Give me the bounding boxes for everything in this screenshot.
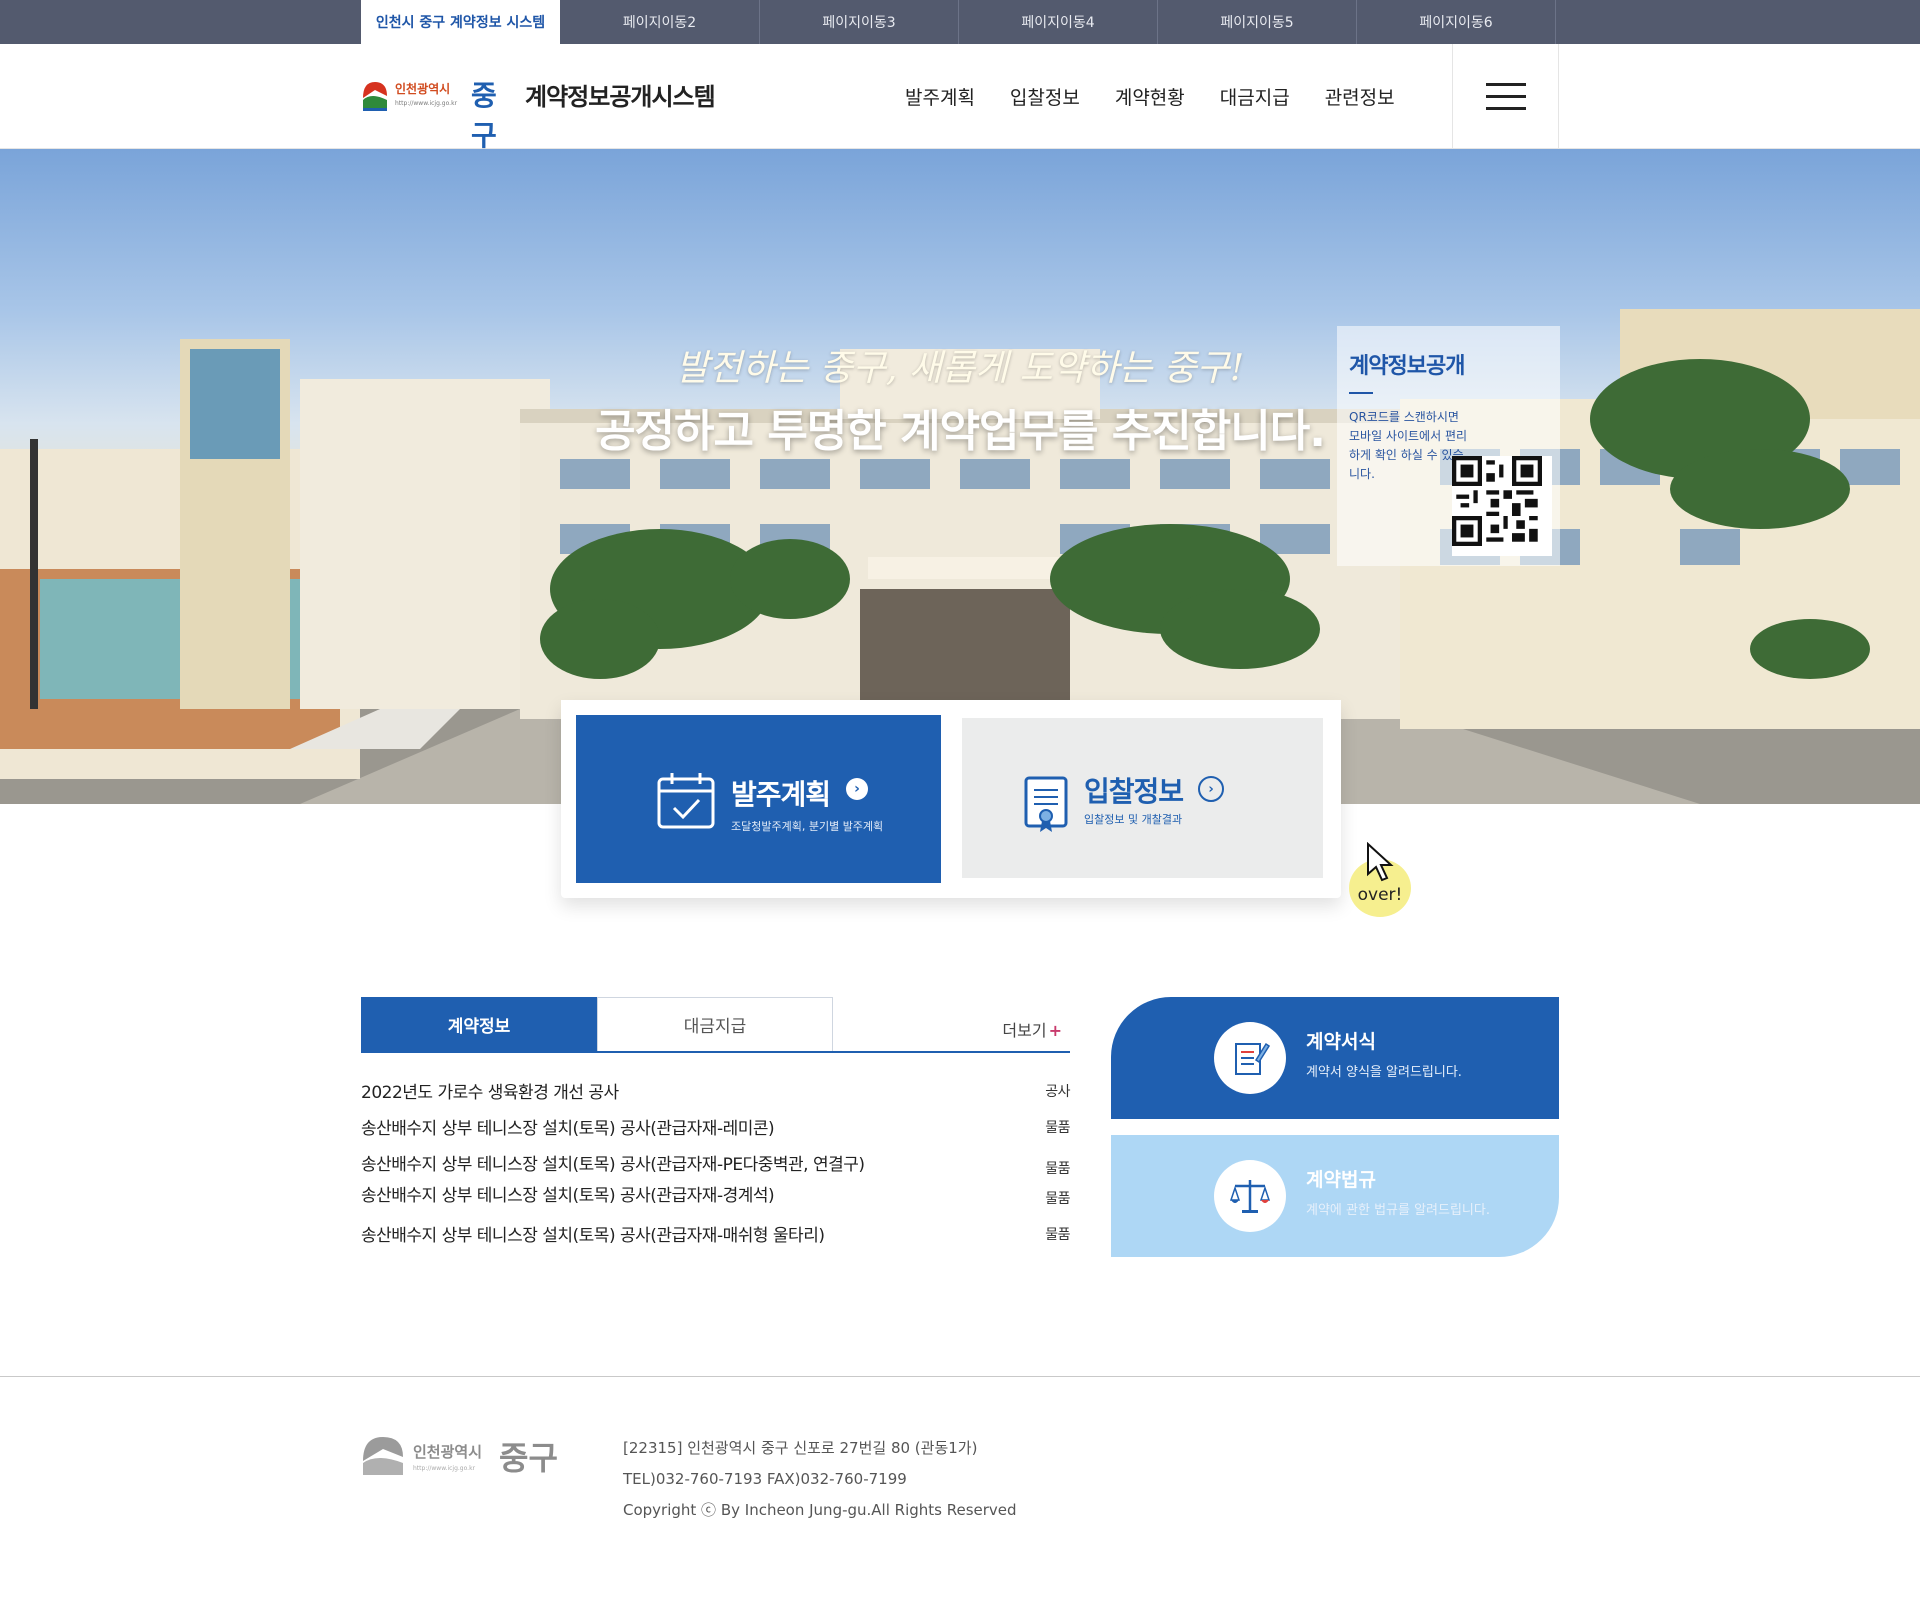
qr-code-icon <box>1452 456 1542 546</box>
nav-item-bid-info[interactable]: 입찰정보 <box>1010 83 1080 110</box>
footer-emblem-icon <box>363 1437 403 1475</box>
hamburger-line <box>1485 95 1526 98</box>
footer-copyright: Copyright ⓒ By Incheon Jung-gu.All Right… <box>623 1501 1017 1519</box>
hamburger-line <box>1485 83 1526 86</box>
contract-forms-banner[interactable]: 계약서식 계약서 양식을 알려드립니다. <box>1111 997 1559 1119</box>
hero-headline: 공정하고 투명한 계약업무를 추진합니다. <box>595 406 1326 457</box>
util-tab-contract-system[interactable]: 인천시 중구 계약정보 시스템 <box>361 0 560 44</box>
qr-title-underline <box>1349 392 1373 394</box>
footer-logo-gu: 중구 <box>499 1439 558 1477</box>
list-item[interactable]: 2022년도 가로수 생육환경 개선 공사 공사 <box>361 1078 1070 1114</box>
list-item-category: 물품 <box>1045 1191 1070 1207</box>
site-footer: 인천광역시 중구 http://www.icjg.go.kr [22315] 인… <box>0 1376 1920 1607</box>
certificate-document-icon <box>1024 776 1068 832</box>
contract-laws-banner[interactable]: 계약법규 계약에 관한 법규를 알려드립니다. <box>1111 1135 1559 1257</box>
footer-contact: TEL)032-760-7193 FAX)032-760-7199 <box>623 1470 907 1488</box>
list-item-title: 송산배수지 상부 테니스장 설치(토목) 공사(관급자재-경계석) <box>361 1186 775 1206</box>
util-tab-page3[interactable]: 페이지이동3 <box>760 0 959 44</box>
footer-logo-url: http://www.icjg.go.kr <box>413 1465 476 1472</box>
board-tabs: 계약정보 대금지급 더보기 + <box>361 997 1070 1053</box>
jung-gu-logo: 인천광역시 중구 http://www.icjg.go.kr <box>361 74 511 152</box>
contract-forms-desc: 계약서 양식을 알려드립니다. <box>1306 1065 1462 1080</box>
util-bar: 인천시 중구 계약정보 시스템 페이지이동2 페이지이동3 페이지이동4 페이지… <box>0 0 1920 44</box>
list-item[interactable]: 송산배수지 상부 테니스장 설치(토목) 공사(관급자재-경계석) 물품 <box>361 1181 1070 1221</box>
logo-city-text: 인천광역시 <box>395 82 451 96</box>
list-item-category: 물품 <box>1045 1161 1070 1177</box>
chevron-right-icon: › <box>846 778 868 800</box>
util-tabs: 인천시 중구 계약정보 시스템 페이지이동2 페이지이동3 페이지이동4 페이지… <box>361 0 1559 44</box>
chevron-right-icon: › <box>1198 776 1224 802</box>
footer-logo: 인천광역시 중구 http://www.icjg.go.kr <box>361 1433 571 1483</box>
contract-board: 계약정보 대금지급 더보기 + 2022년도 가로수 생육환경 개선 공사 공사 송… <box>361 997 1070 1257</box>
site-logo[interactable]: 인천광역시 중구 http://www.icjg.go.kr 계약정보공개시스템 <box>361 74 716 152</box>
document-pen-svg <box>1235 1042 1270 1075</box>
qr-info-box: 계약정보공개 QR코드를 스캔하시면 모바일 사이트에서 편리하게 확인 하실 … <box>1337 326 1560 566</box>
util-tab-page2[interactable]: 페이지이동2 <box>560 0 760 44</box>
quick-links: 발주계획 › 조달청발주계획, 분기별 발주계획 입찰정보 › 입찰정보 및 개… <box>561 700 1341 898</box>
util-tab-page6[interactable]: 페이지이동6 <box>1357 0 1556 44</box>
list-item-category: 물품 <box>1045 1120 1070 1136</box>
quick-bid-info-title: 입찰정보 <box>1084 775 1184 808</box>
site-title: 계약정보공개시스템 <box>525 82 716 111</box>
logo-url-text: http://www.icjg.go.kr <box>395 100 458 107</box>
hamburger-menu-button[interactable] <box>1452 44 1559 149</box>
qr-code-image <box>1452 456 1552 556</box>
quick-order-plan-sub: 조달청발주계획, 분기별 발주계획 <box>731 820 884 833</box>
mouse-pointer-icon <box>1367 842 1394 882</box>
contract-forms-title: 계약서식 <box>1306 1031 1376 1053</box>
jung-gu-emblem-icon <box>363 82 387 111</box>
scales-icon <box>1214 1160 1286 1232</box>
quick-bid-info[interactable]: 입찰정보 › 입찰정보 및 개찰결과 <box>962 718 1323 878</box>
nav-item-contract-status[interactable]: 계약현황 <box>1115 83 1185 110</box>
util-tab-page4[interactable]: 페이지이동4 <box>959 0 1158 44</box>
nav-item-related-info[interactable]: 관련정보 <box>1325 83 1395 110</box>
list-item[interactable]: 송산배수지 상부 테니스장 설치(토목) 공사(관급자재-매쉬형 울타리) 물품 <box>361 1221 1070 1257</box>
plus-icon: + <box>1048 1021 1062 1040</box>
more-link[interactable]: 더보기 + <box>1002 1017 1062 1041</box>
scales-svg <box>1229 1180 1271 1213</box>
nav-item-order-plan[interactable]: 발주계획 <box>905 83 975 110</box>
tab-contract-info[interactable]: 계약정보 <box>361 997 597 1051</box>
hamburger-line <box>1485 107 1526 110</box>
list-item[interactable]: 송산배수지 상부 테니스장 설치(토목) 공사(관급자재-PE다중벽관, 연결구… <box>361 1150 1070 1181</box>
footer-info: [22315] 인천광역시 중구 신포로 27번길 80 (관동1가) TEL)… <box>623 1433 1017 1526</box>
nav-item-payment[interactable]: 대금지급 <box>1220 83 1290 110</box>
board-list: 2022년도 가로수 생육환경 개선 공사 공사 송산배수지 상부 테니스장 설치… <box>361 1078 1070 1257</box>
main-nav: 발주계획 입찰정보 계약현황 대금지급 관련정보 <box>905 44 1430 149</box>
list-item-title: 송산배수지 상부 테니스장 설치(토목) 공사(관급자재-매쉬형 울타리) <box>361 1226 825 1246</box>
qr-title: 계약정보공개 <box>1349 354 1465 379</box>
document-pen-icon <box>1214 1022 1286 1094</box>
calendar-check-icon <box>657 773 715 829</box>
contract-laws-title: 계약법규 <box>1306 1169 1376 1191</box>
list-item-title: 2022년도 가로수 생육환경 개선 공사 <box>361 1083 619 1103</box>
tab-payment[interactable]: 대금지급 <box>597 997 833 1051</box>
quick-order-plan[interactable]: 발주계획 › 조달청발주계획, 분기별 발주계획 <box>576 715 941 883</box>
list-item-category: 물품 <box>1045 1227 1070 1243</box>
quick-bid-info-sub: 입찰정보 및 개찰결과 <box>1084 813 1183 826</box>
list-item[interactable]: 송산배수지 상부 테니스장 설치(토목) 공사(관급자재-레미콘) 물품 <box>361 1114 1070 1150</box>
contract-laws-desc: 계약에 관한 법규를 알려드립니다. <box>1306 1203 1490 1218</box>
more-link-label: 더보기 <box>1002 1021 1047 1040</box>
util-tab-page5[interactable]: 페이지이동5 <box>1158 0 1357 44</box>
quick-order-plan-title: 발주계획 <box>731 778 831 811</box>
footer-address: [22315] 인천광역시 중구 신포로 27번길 80 (관동1가) <box>623 1439 978 1457</box>
list-item-title: 송산배수지 상부 테니스장 설치(토목) 공사(관급자재-PE다중벽관, 연결구… <box>361 1155 865 1175</box>
list-item-category: 공사 <box>1045 1084 1070 1100</box>
hero-slogan: 발전하는 중구, 새롭게 도약하는 중구! <box>675 348 1245 389</box>
qr-description: QR코드를 스캔하시면 모바일 사이트에서 편리하게 확인 하실 수 있습니다. <box>1349 410 1468 481</box>
site-header: 인천광역시 중구 http://www.icjg.go.kr 계약정보공개시스템… <box>0 44 1920 152</box>
logo-gu-text: 중구 <box>471 79 497 152</box>
list-item-title: 송산배수지 상부 테니스장 설치(토목) 공사(관급자재-레미콘) <box>361 1119 775 1139</box>
footer-logo-city: 인천광역시 <box>413 1443 483 1461</box>
